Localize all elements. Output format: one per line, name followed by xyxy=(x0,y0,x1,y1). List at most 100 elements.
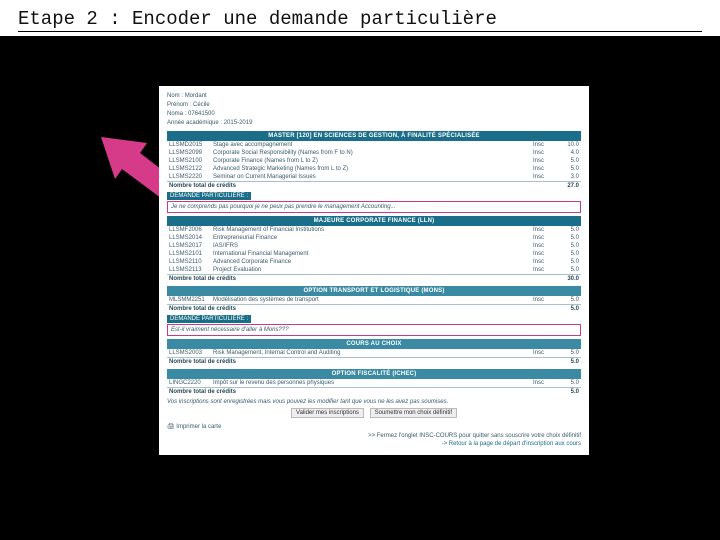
course-code: LINGC2220 xyxy=(167,379,211,388)
course-credits: 5.0 xyxy=(559,226,581,234)
total-label: Nombre total de crédits xyxy=(167,305,559,314)
section-band: MASTER [120] EN SCIENCES DE GESTION, À F… xyxy=(167,131,581,141)
table-row: LLSMF2006Risk Management of Financial In… xyxy=(167,226,581,234)
course-code: LLSMS2100 xyxy=(167,157,211,165)
course-status: Insc xyxy=(531,266,559,275)
course-status: Insc xyxy=(531,157,559,165)
course-code: LLSMS2003 xyxy=(167,349,211,358)
total-row: Nombre total de crédits5.0 xyxy=(167,388,581,397)
course-credits: 5.0 xyxy=(559,242,581,250)
table-row: LLSMD2015Stage avec accompagnementInsc10… xyxy=(167,141,581,149)
course-credits: 5.0 xyxy=(559,266,581,275)
table-row: LLSMS2122Advanced Strategic Marketing (N… xyxy=(167,165,581,173)
course-code: LLSMS2122 xyxy=(167,165,211,173)
table-row: LLSMS2014Entrepreneurial FinanceInsc5.0 xyxy=(167,234,581,242)
course-name: Project Evaluation xyxy=(211,266,531,275)
course-name: Entrepreneurial Finance xyxy=(211,234,531,242)
course-code: LLSMS2220 xyxy=(167,173,211,182)
course-status: Insc xyxy=(531,234,559,242)
demande-box[interactable]: Est-il vraiment nécessaire d'aller à Mon… xyxy=(167,324,581,336)
submit-button[interactable]: Soumettre mon choix définitif xyxy=(370,408,457,418)
course-credits: 5.0 xyxy=(559,250,581,258)
footer-note: Vos inscriptions sont enregistrées mais … xyxy=(167,399,581,405)
total-label: Nombre total de crédits xyxy=(167,275,559,284)
table-row: LLSMS2017IAS/IFRSInsc5.0 xyxy=(167,242,581,250)
validate-button[interactable]: Valider mes inscriptions xyxy=(291,408,364,418)
course-status: Insc xyxy=(531,173,559,182)
course-credits: 5.0 xyxy=(559,296,581,305)
total-label: Nombre total de crédits xyxy=(167,358,559,367)
total-label: Nombre total de crédits xyxy=(167,388,559,397)
table-row: LLSMS2110Advanced Corporate FinanceInsc5… xyxy=(167,258,581,266)
table-row: LLSMS2003Risk Management, Internal Contr… xyxy=(167,349,581,358)
course-name: International Financial Management xyxy=(211,250,531,258)
course-status: Insc xyxy=(531,242,559,250)
course-code: LLSMD2015 xyxy=(167,141,211,149)
total-value: 5.0 xyxy=(559,358,581,367)
print-label: Imprimer la carte xyxy=(176,424,221,430)
total-value: 5.0 xyxy=(559,305,581,314)
course-table: LINGC2220Impôt sur le revenu des personn… xyxy=(167,379,581,396)
demande-box[interactable]: Je ne comprends pas pourquoi je ne peux … xyxy=(167,201,581,213)
print-link[interactable]: 🖨 Imprimer la carte xyxy=(167,423,221,430)
course-status: Insc xyxy=(531,149,559,157)
section-band: OPTION FISCALITÉ (ICHEC) xyxy=(167,369,581,379)
table-row: LLSMS2101International Financial Managem… xyxy=(167,250,581,258)
course-name: Risk Management of Financial Institution… xyxy=(211,226,531,234)
prenom-label: Prénom : xyxy=(167,102,191,108)
nom-label: Nom : xyxy=(167,93,183,99)
course-code: LLSMS2113 xyxy=(167,266,211,275)
course-status: Insc xyxy=(531,349,559,358)
course-name: Corporate Finance (Names from L to Z) xyxy=(211,157,531,165)
total-row: Nombre total de crédits30.0 xyxy=(167,275,581,284)
course-name: Corporate Social Responsibility (Names f… xyxy=(211,149,531,157)
total-value: 30.0 xyxy=(559,275,581,284)
total-row: Nombre total de crédits5.0 xyxy=(167,358,581,367)
course-code: LLSMS2017 xyxy=(167,242,211,250)
demande-label: DEMANDE PARTICULIÈRE : xyxy=(167,192,251,200)
course-credits: 5.0 xyxy=(559,258,581,266)
total-row: Nombre total de crédits5.0 xyxy=(167,305,581,314)
course-credits: 5.0 xyxy=(559,349,581,358)
table-row: LLSMS2099Corporate Social Responsibility… xyxy=(167,149,581,157)
course-credits: 5.0 xyxy=(559,157,581,165)
course-table: MLSMM2251Modélisation des systèmes de tr… xyxy=(167,296,581,313)
course-status: Insc xyxy=(531,296,559,305)
annee-label: Année académique : xyxy=(167,120,222,126)
table-row: LLSMS2100Corporate Finance (Names from L… xyxy=(167,157,581,165)
return-link[interactable]: -> Retour à la page de départ d'inscript… xyxy=(167,441,581,447)
course-status: Insc xyxy=(531,258,559,266)
total-label: Nombre total de crédits xyxy=(167,182,559,191)
slide-body: Nom : Mordant Prénom : Cécile Noma : 076… xyxy=(0,36,720,540)
course-name: Risk Management, Internal Control and Au… xyxy=(211,349,531,358)
enrollment-document: Nom : Mordant Prénom : Cécile Noma : 076… xyxy=(159,86,589,455)
student-info: Nom : Mordant Prénom : Cécile Noma : 076… xyxy=(167,92,581,128)
noma-value: 07641500 xyxy=(188,111,215,117)
prenom-value: Cécile xyxy=(193,102,210,108)
table-row: LLSMS2113Project EvaluationInsc5.0 xyxy=(167,266,581,275)
course-code: LLSMS2101 xyxy=(167,250,211,258)
slide-title: Etape 2 : Encoder une demande particuliè… xyxy=(18,8,702,30)
course-name: IAS/IFRS xyxy=(211,242,531,250)
button-row: Valider mes inscriptions Soumettre mon c… xyxy=(167,408,581,418)
course-table: LLSMS2003Risk Management, Internal Contr… xyxy=(167,349,581,366)
total-row: Nombre total de crédits27.0 xyxy=(167,182,581,191)
course-name: Impôt sur le revenu des personnes physiq… xyxy=(211,379,531,388)
course-code: LLSMS2099 xyxy=(167,149,211,157)
course-credits: 4.0 xyxy=(559,149,581,157)
course-credits: 5.0 xyxy=(559,165,581,173)
course-status: Insc xyxy=(531,226,559,234)
table-row: MLSMM2251Modélisation des systèmes de tr… xyxy=(167,296,581,305)
course-credits: 5.0 xyxy=(559,379,581,388)
course-status: Insc xyxy=(531,165,559,173)
course-table: LLSMD2015Stage avec accompagnementInsc10… xyxy=(167,141,581,190)
title-underline xyxy=(18,31,702,32)
course-code: MLSMM2251 xyxy=(167,296,211,305)
close-note: >> Fermez l'onglet INSC-COURS pour quitt… xyxy=(167,433,581,439)
total-value: 5.0 xyxy=(559,388,581,397)
annee-value: 2015-2019 xyxy=(224,120,253,126)
course-name: Stage avec accompagnement xyxy=(211,141,531,149)
course-status: Insc xyxy=(531,250,559,258)
course-status: Insc xyxy=(531,141,559,149)
course-table: LLSMF2006Risk Management of Financial In… xyxy=(167,226,581,283)
